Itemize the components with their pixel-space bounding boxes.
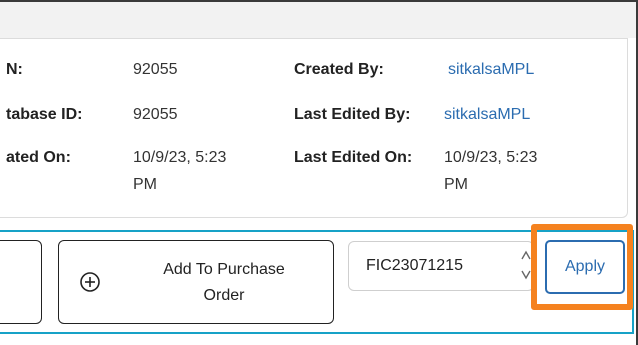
add-to-purchase-order-label: Add To Purchase Order xyxy=(129,257,319,309)
number-value: 92055 xyxy=(133,61,178,78)
purchase-order-number-input[interactable]: FIC23071215 xyxy=(348,241,534,291)
last-edited-on-label: Last Edited On: xyxy=(294,149,413,166)
last-edited-on-value-date: 10/9/23, 5:23 xyxy=(444,149,538,166)
apply-button[interactable]: Apply xyxy=(545,240,625,294)
database-id-label: tabase ID: xyxy=(6,106,83,123)
last-edited-by-link[interactable]: sitkalsaMPL xyxy=(444,103,530,127)
add-to-po-label-line1: Add To Purchase xyxy=(163,261,285,278)
previous-action-button[interactable] xyxy=(0,240,42,324)
record-details-panel: N: tabase ID: ated On: 92055 92055 10/9/… xyxy=(0,0,638,345)
add-to-purchase-order-button[interactable]: Add To Purchase Order xyxy=(58,240,334,324)
last-edited-by-label: Last Edited By: xyxy=(294,106,411,123)
add-to-po-label-line2: Order xyxy=(203,287,245,304)
last-edited-on-value-time: PM xyxy=(444,176,468,193)
number-label: N: xyxy=(6,61,23,78)
created-on-value-date: 10/9/23, 5:23 xyxy=(133,149,227,166)
created-by-link[interactable]: sitkalsaMPL xyxy=(448,58,534,82)
header-band xyxy=(0,2,636,38)
created-on-value-time: PM xyxy=(133,176,157,193)
created-on-label: ated On: xyxy=(6,149,71,166)
database-id-value: 92055 xyxy=(133,106,178,123)
created-by-label: Created By: xyxy=(294,61,384,78)
plus-circle-icon xyxy=(79,271,101,293)
